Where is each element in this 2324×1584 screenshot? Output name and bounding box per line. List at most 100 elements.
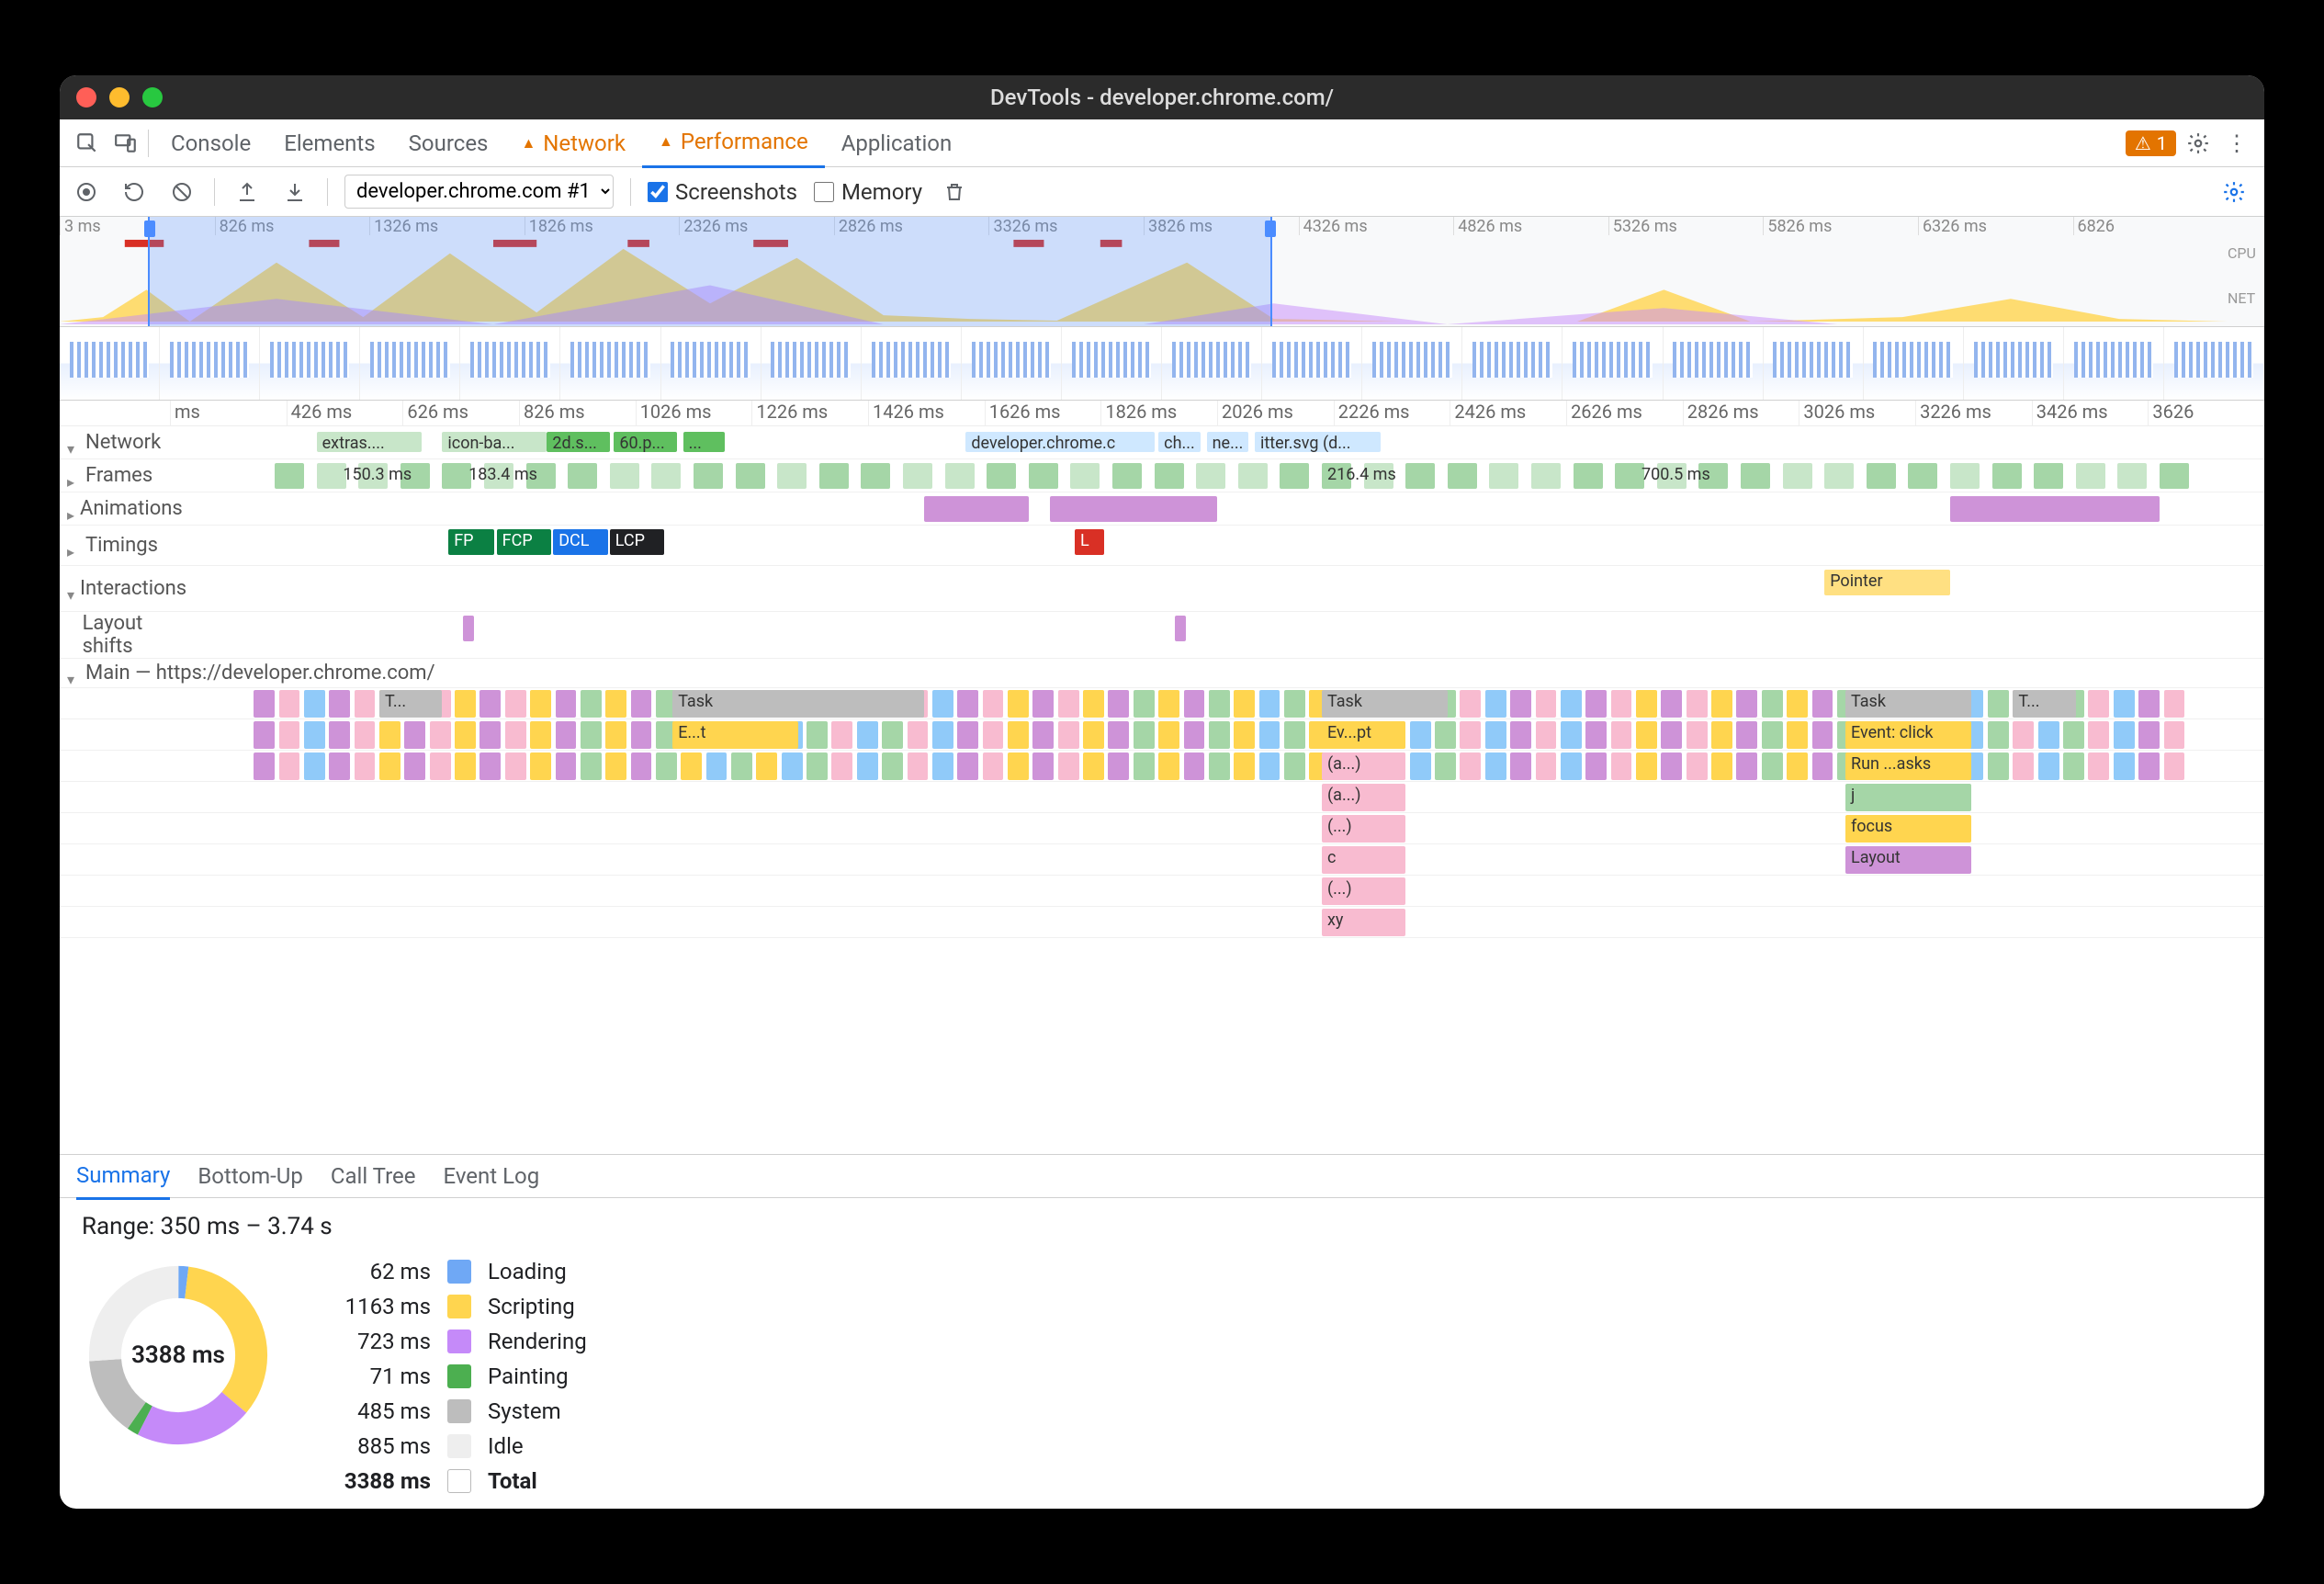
upload-icon[interactable] bbox=[231, 176, 263, 208]
maximize-icon[interactable] bbox=[142, 87, 163, 107]
filmstrip-thumb[interactable] bbox=[2064, 327, 2164, 400]
memory-checkbox[interactable]: Memory bbox=[814, 179, 922, 205]
frame-duration[interactable]: 700.5 ms bbox=[1636, 463, 1762, 489]
filmstrip-thumb[interactable] bbox=[60, 327, 160, 400]
filmstrip-thumb[interactable] bbox=[762, 327, 862, 400]
filmstrip-thumb[interactable] bbox=[1964, 327, 2064, 400]
tab-elements[interactable]: Elements bbox=[267, 118, 391, 168]
expander-icon[interactable] bbox=[67, 470, 80, 482]
settings-gear-icon[interactable] bbox=[2182, 127, 2215, 160]
selection-handle-left[interactable] bbox=[144, 221, 155, 237]
flame-block[interactable]: (...) bbox=[1322, 815, 1405, 843]
flame-block[interactable]: DCL bbox=[553, 529, 607, 555]
flame-block[interactable]: Ev...pt bbox=[1322, 721, 1405, 749]
more-icon[interactable]: ⋮ bbox=[2220, 127, 2253, 160]
flame-block[interactable]: ch... bbox=[1158, 432, 1201, 452]
expander-icon[interactable] bbox=[67, 436, 80, 449]
filmstrip-thumb[interactable] bbox=[2164, 327, 2264, 400]
filmstrip-thumb[interactable] bbox=[1062, 327, 1162, 400]
flame-block[interactable]: (a...) bbox=[1322, 784, 1405, 811]
filmstrip-thumb[interactable] bbox=[862, 327, 962, 400]
close-icon[interactable] bbox=[76, 87, 96, 107]
overview-timeline[interactable]: 3 ms826 ms1326 ms1826 ms2326 ms2826 ms33… bbox=[60, 217, 2264, 327]
expander-icon[interactable] bbox=[67, 667, 80, 680]
filmstrip-thumb[interactable] bbox=[1864, 327, 1964, 400]
frame-duration[interactable]: 150.3 ms bbox=[337, 463, 463, 489]
flame-block[interactable]: Task bbox=[1845, 690, 1971, 718]
filmstrip[interactable] bbox=[60, 327, 2264, 401]
filmstrip-thumb[interactable] bbox=[1362, 327, 1462, 400]
flame-block[interactable]: focus bbox=[1845, 815, 1971, 843]
filmstrip-thumb[interactable] bbox=[661, 327, 762, 400]
filmstrip-thumb[interactable] bbox=[1162, 327, 1262, 400]
flame-block[interactable]: (...) bbox=[1322, 877, 1405, 905]
flame-block[interactable]: developer.chrome.c bbox=[965, 432, 1154, 452]
flame-block[interactable]: ne... bbox=[1207, 432, 1249, 452]
tab-application[interactable]: Application bbox=[825, 118, 969, 168]
network-lane[interactable]: Network extras....icon-ba...2d.s...60.p.… bbox=[60, 426, 2264, 459]
layoutshifts-lane[interactable]: Layout shifts bbox=[60, 612, 2264, 659]
issues-badge[interactable]: ⚠1 bbox=[2126, 130, 2176, 156]
capture-settings-icon[interactable] bbox=[2222, 176, 2253, 208]
tab-sources[interactable]: Sources bbox=[392, 118, 505, 168]
flame-block[interactable]: 60.p... bbox=[614, 432, 676, 452]
filmstrip-thumb[interactable] bbox=[160, 327, 260, 400]
details-tab-summary[interactable]: Summary bbox=[76, 1153, 170, 1200]
flame-block[interactable]: FP bbox=[448, 529, 494, 555]
filmstrip-thumb[interactable] bbox=[1462, 327, 1562, 400]
interactions-lane[interactable]: Interactions Pointer bbox=[60, 566, 2264, 612]
flamechart[interactable]: ms426 ms626 ms826 ms1026 ms1226 ms1426 m… bbox=[60, 401, 2264, 1154]
flame-block[interactable]: L bbox=[1075, 529, 1104, 555]
reload-icon[interactable] bbox=[118, 176, 150, 208]
flame-block[interactable]: extras.... bbox=[317, 432, 422, 452]
frame-duration[interactable]: 183.4 ms bbox=[463, 463, 589, 489]
record-icon[interactable] bbox=[71, 176, 102, 208]
recording-select[interactable]: developer.chrome.com #1 bbox=[344, 175, 614, 209]
filmstrip-thumb[interactable] bbox=[1764, 327, 1864, 400]
clear-icon[interactable] bbox=[166, 176, 197, 208]
frames-lane[interactable]: Frames 150.3 ms183.4 ms216.4 ms700.5 ms bbox=[60, 459, 2264, 492]
details-tab-event-log[interactable]: Event Log bbox=[443, 1154, 539, 1198]
device-icon[interactable] bbox=[109, 127, 142, 160]
expander-icon[interactable] bbox=[67, 583, 74, 595]
filmstrip-thumb[interactable] bbox=[1664, 327, 1764, 400]
tab-performance[interactable]: ▲Performance bbox=[642, 118, 825, 168]
flame-block[interactable]: itter.svg (d... bbox=[1255, 432, 1381, 452]
main-thread-header[interactable]: Main — https://developer.chrome.com/ bbox=[60, 659, 2264, 688]
details-tab-bottom-up[interactable]: Bottom-Up bbox=[197, 1154, 303, 1198]
timings-lane[interactable]: Timings FPFCPDCLLCPL bbox=[60, 526, 2264, 566]
expander-icon[interactable] bbox=[67, 539, 80, 552]
flame-block[interactable]: T... bbox=[379, 690, 442, 718]
filmstrip-thumb[interactable] bbox=[260, 327, 360, 400]
flame-block[interactable]: Event: click bbox=[1845, 721, 1971, 749]
tab-console[interactable]: Console bbox=[154, 118, 267, 168]
selection-handle-right[interactable] bbox=[1265, 221, 1276, 237]
flame-block[interactable]: Task bbox=[672, 690, 924, 718]
flame-block[interactable]: xy bbox=[1322, 909, 1405, 936]
filmstrip-thumb[interactable] bbox=[1262, 327, 1362, 400]
flame-block[interactable]: T... bbox=[2013, 690, 2075, 718]
flame-block[interactable]: Pointer bbox=[1824, 570, 1950, 595]
filmstrip-thumb[interactable] bbox=[360, 327, 460, 400]
flame-block[interactable]: ... bbox=[683, 432, 726, 452]
flame-block[interactable]: c bbox=[1322, 846, 1405, 874]
flame-block[interactable]: Layout bbox=[1845, 846, 1971, 874]
flame-block[interactable]: j bbox=[1845, 784, 1971, 811]
expander-icon[interactable] bbox=[67, 503, 74, 515]
gc-icon[interactable] bbox=[939, 176, 970, 208]
flame-block[interactable]: Task bbox=[1322, 690, 1448, 718]
flame-block[interactable]: 2d.s... bbox=[547, 432, 609, 452]
filmstrip-thumb[interactable] bbox=[962, 327, 1062, 400]
details-tab-call-tree[interactable]: Call Tree bbox=[331, 1154, 416, 1198]
inspect-icon[interactable] bbox=[71, 127, 104, 160]
download-icon[interactable] bbox=[279, 176, 310, 208]
filmstrip-thumb[interactable] bbox=[460, 327, 560, 400]
screenshots-checkbox[interactable]: Screenshots bbox=[648, 179, 797, 205]
minimize-icon[interactable] bbox=[109, 87, 130, 107]
filmstrip-thumb[interactable] bbox=[1562, 327, 1663, 400]
tab-network[interactable]: ▲Network bbox=[504, 118, 642, 168]
flame-block[interactable]: (a...) bbox=[1322, 752, 1405, 780]
frame-duration[interactable]: 216.4 ms bbox=[1322, 463, 1448, 489]
flame-block[interactable]: E...t bbox=[672, 721, 798, 749]
flame-block[interactable]: Run ...asks bbox=[1845, 752, 1971, 780]
